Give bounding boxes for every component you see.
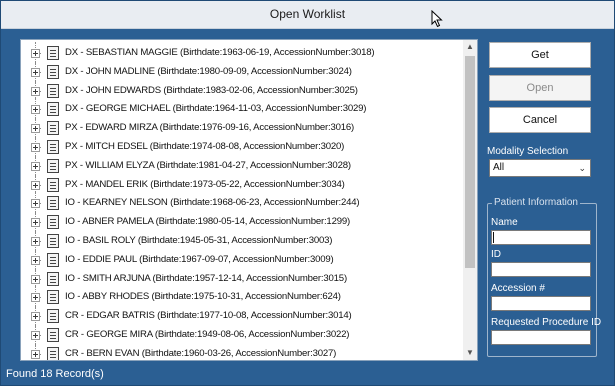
expand-plus-icon[interactable]: [31, 86, 40, 96]
document-icon: [47, 290, 59, 305]
expand-plus-icon[interactable]: [31, 180, 40, 190]
patient-information-title: Patient Information: [492, 197, 580, 208]
document-icon: [47, 83, 59, 98]
expand-plus-icon[interactable]: [31, 349, 40, 359]
expand-plus-icon[interactable]: [31, 274, 40, 284]
cancel-button[interactable]: Cancel: [489, 107, 591, 133]
open-button[interactable]: Open: [489, 75, 591, 101]
scroll-thumb[interactable]: [465, 56, 475, 268]
modality-selected-value: All: [493, 162, 505, 173]
modality-select[interactable]: All ⌄: [489, 159, 591, 177]
expand-plus-icon[interactable]: [31, 199, 40, 209]
expand-plus-icon[interactable]: [31, 312, 40, 322]
document-icon: [47, 64, 59, 79]
document-icon: [47, 234, 59, 248]
requested-procedure-label: Requested Procedure ID: [491, 317, 602, 328]
expand-plus-icon[interactable]: [31, 143, 40, 152]
document-icon: [47, 46, 59, 60]
name-label: Name: [491, 217, 518, 228]
document-icon: [47, 271, 59, 286]
record-label: CR - BERN EVAN (Birthdate:1960-03-26, Ac…: [65, 347, 337, 359]
document-icon: [47, 309, 59, 324]
title-bar[interactable]: Open Worklist: [1, 1, 614, 29]
document-icon: [47, 140, 59, 154]
open-worklist-window: Open Worklist DX - SEBASTIAN MAGGIE (Bir…: [0, 0, 615, 386]
document-icon: [47, 328, 59, 342]
window-title: Open Worklist: [269, 7, 346, 21]
id-field[interactable]: [491, 262, 591, 277]
scroll-up-arrow-icon[interactable]: ▲: [463, 40, 477, 54]
get-button[interactable]: Get: [489, 42, 591, 68]
document-icon: [47, 158, 59, 173]
expand-plus-icon[interactable]: [31, 124, 40, 134]
expand-plus-icon[interactable]: [31, 255, 40, 265]
requested-procedure-field[interactable]: [491, 330, 591, 345]
mouse-cursor-icon: [431, 10, 443, 28]
accession-label: Accession #: [491, 283, 545, 294]
expand-plus-icon[interactable]: [31, 293, 40, 303]
status-bar: Found 18 Record(s): [1, 365, 614, 385]
scroll-down-arrow-icon[interactable]: ▼: [463, 346, 477, 360]
expand-plus-icon[interactable]: [31, 161, 40, 171]
list-item[interactable]: CR - BERN EVAN (Birthdate:1960-03-26, Ac…: [21, 342, 464, 360]
expand-plus-icon[interactable]: [31, 49, 40, 58]
expand-plus-icon[interactable]: [31, 237, 40, 246]
record-count-status: Found 18 Record(s): [6, 368, 104, 380]
chevron-down-icon[interactable]: ⌄: [578, 160, 586, 176]
text-caret: [493, 232, 494, 243]
document-icon: [47, 346, 59, 360]
expand-plus-icon[interactable]: [31, 67, 40, 77]
accession-field[interactable]: [491, 296, 591, 311]
id-label: ID: [491, 249, 501, 260]
name-field[interactable]: [491, 230, 591, 245]
document-icon: [47, 215, 59, 230]
expand-plus-icon[interactable]: [31, 331, 40, 340]
document-icon: [47, 102, 59, 117]
expand-plus-icon[interactable]: [31, 105, 40, 115]
expand-plus-icon[interactable]: [31, 218, 40, 228]
worklist-tree[interactable]: DX - SEBASTIAN MAGGIE (Birthdate:1963-06…: [20, 39, 478, 361]
modality-selection-label: Modality Selection: [487, 146, 569, 157]
vertical-scrollbar[interactable]: ▲ ▼: [463, 40, 477, 360]
document-icon: [47, 252, 59, 267]
worklist-records: DX - SEBASTIAN MAGGIE (Birthdate:1963-06…: [21, 40, 464, 360]
document-icon: [47, 196, 59, 211]
document-icon: [47, 177, 59, 192]
document-icon: [47, 121, 59, 136]
